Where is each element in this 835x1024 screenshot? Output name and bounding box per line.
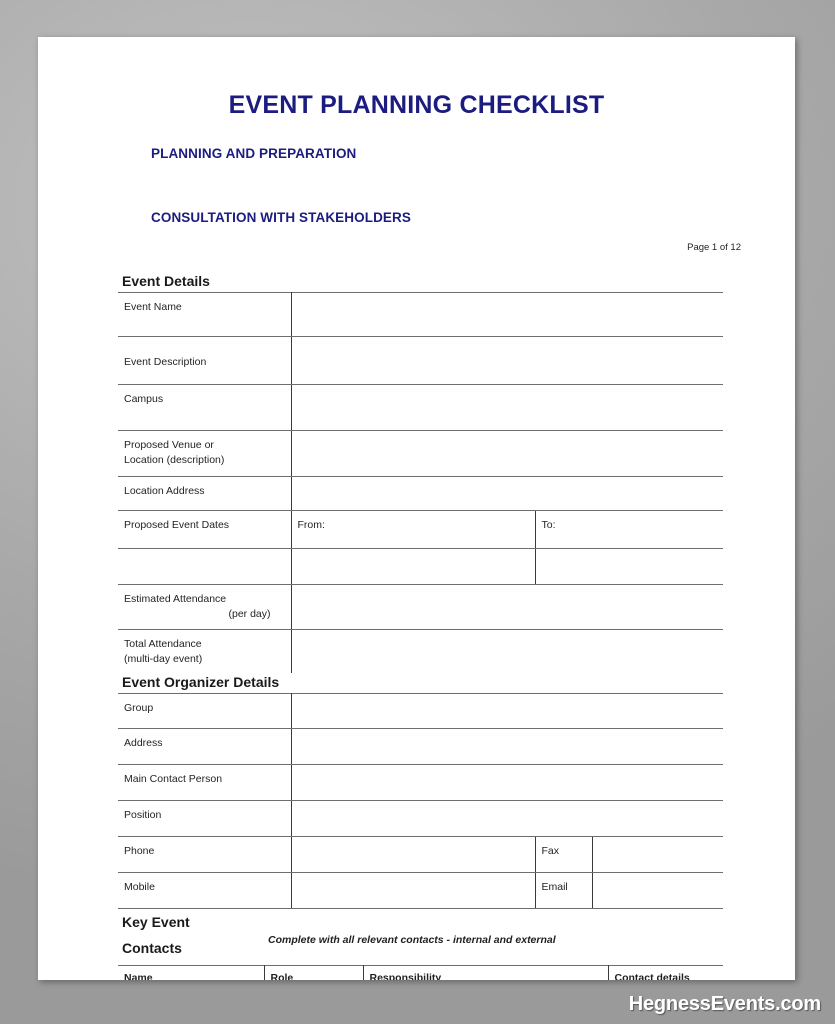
row-input-date-to-2[interactable] (535, 548, 723, 586)
column-header-name: Name (118, 965, 265, 980)
row-input-group[interactable] (291, 693, 723, 730)
row-label-group: Group (118, 693, 292, 730)
column-header-contact-details: Contact details (608, 965, 723, 980)
page-title: EVENT PLANNING CHECKLIST (228, 91, 605, 119)
column-header-responsibility: Responsibility (363, 965, 609, 980)
table-row: Phone Fax (118, 836, 723, 874)
table-row: Event Description (118, 336, 723, 386)
row-input-position[interactable] (291, 800, 723, 838)
row-input-address[interactable] (291, 728, 723, 766)
row-label-estimated-attendance: Estimated Attendance (per day) (118, 584, 292, 630)
row-label-phone: Phone (118, 836, 292, 874)
event-details-table: Event Name Event Description Campus Prop… (118, 292, 723, 673)
row-label-line-2: (per day) (228, 608, 271, 621)
row-label-position: Position (118, 800, 292, 838)
row-label-line-1: Total Attendance (124, 637, 202, 650)
row-label-campus: Campus (118, 384, 292, 432)
key-event-contacts-table: Name Role Responsibility Contact details (118, 965, 723, 980)
row-input-total-attendance[interactable] (291, 628, 723, 673)
table-row: Location Address (118, 476, 723, 512)
row-label-line-2: (multi-day event) (124, 652, 203, 665)
page-content: EVENT PLANNING CHECKLIST PLANNING AND PR… (38, 37, 795, 980)
row-input-fax[interactable] (592, 836, 723, 874)
row-input-estimated-attendance[interactable] (291, 584, 723, 630)
row-label-dates-second (118, 548, 292, 586)
key-event-contacts-title-line-2: Contacts (122, 940, 182, 957)
row-input-event-description[interactable] (291, 336, 723, 386)
row-input-phone[interactable] (291, 836, 536, 874)
row-label-line-1: Estimated Attendance (124, 593, 227, 606)
row-label-email: Email (535, 872, 593, 910)
page-indicator: Page 1 of 12 (687, 242, 741, 253)
table-row: Event Name (118, 292, 723, 338)
table-row (118, 548, 723, 586)
row-label-location-address: Location Address (118, 476, 292, 512)
row-input-proposed-venue[interactable] (291, 430, 723, 478)
section-heading-consultation-with-stakeholders: CONSULTATION WITH STAKEHOLDERS (151, 210, 411, 225)
event-details-section-title: Event Details (122, 273, 210, 289)
row-input-campus[interactable] (291, 384, 723, 432)
table-row: Mobile Email (118, 872, 723, 910)
row-input-event-name[interactable] (291, 292, 723, 338)
table-row: Address (118, 728, 723, 766)
table-row: Proposed Event Dates From: To: (118, 510, 723, 550)
row-input-location-address[interactable] (291, 476, 723, 512)
table-row: Campus (118, 384, 723, 432)
event-organizer-details-section-title: Event Organizer Details (122, 673, 280, 690)
row-label-total-attendance: Total Attendance (multi-day event) (118, 628, 292, 673)
key-event-contacts-note: Complete with all relevant contacts - in… (268, 934, 556, 947)
key-event-contacts-title-line-1: Key Event (122, 914, 190, 931)
row-label-address: Address (118, 728, 292, 766)
key-event-contacts-title: Key Event Contacts (122, 909, 242, 961)
row-label-main-contact-person: Main Contact Person (118, 764, 292, 802)
table-row: Total Attendance (multi-day event) (118, 628, 723, 673)
table-row: Group (118, 693, 723, 730)
section-heading-planning-and-preparation: PLANNING AND PREPARATION (151, 146, 357, 161)
key-event-contacts-header: Key Event Contacts Complete with all rel… (118, 909, 723, 965)
row-input-date-from-2[interactable] (291, 548, 536, 586)
watermark: HegnessEvents.com (628, 993, 821, 1015)
row-label-fax: Fax (535, 836, 593, 874)
table-row: Estimated Attendance (per day) (118, 584, 723, 630)
row-label-proposed-event-dates: Proposed Event Dates (118, 510, 292, 550)
document-page: EVENT PLANNING CHECKLIST PLANNING AND PR… (38, 37, 795, 980)
row-label-proposed-venue: Proposed Venue or Location (description) (118, 430, 292, 478)
table-row: Main Contact Person (118, 764, 723, 802)
form-area: Event Details Event Name Event Descripti… (118, 272, 723, 980)
table-header-row: Name Role Responsibility Contact details (118, 965, 723, 980)
event-organizer-details-table: Group Address Main Contact Person Positi… (118, 693, 723, 910)
row-input-date-to[interactable]: To: (535, 510, 723, 550)
row-input-email[interactable] (592, 872, 723, 910)
row-label-event-name: Event Name (118, 292, 292, 338)
table-row: Position (118, 800, 723, 838)
column-header-role: Role (264, 965, 364, 980)
row-input-main-contact-person[interactable] (291, 764, 723, 802)
row-label-mobile: Mobile (118, 872, 292, 910)
row-label-line-1: Proposed Venue or (124, 439, 214, 452)
row-input-mobile[interactable] (291, 872, 536, 910)
row-input-date-from[interactable]: From: (291, 510, 536, 550)
table-row: Proposed Venue or Location (description) (118, 430, 723, 478)
row-label-line-2: Location (description) (124, 454, 225, 467)
row-label-event-description: Event Description (118, 336, 292, 386)
